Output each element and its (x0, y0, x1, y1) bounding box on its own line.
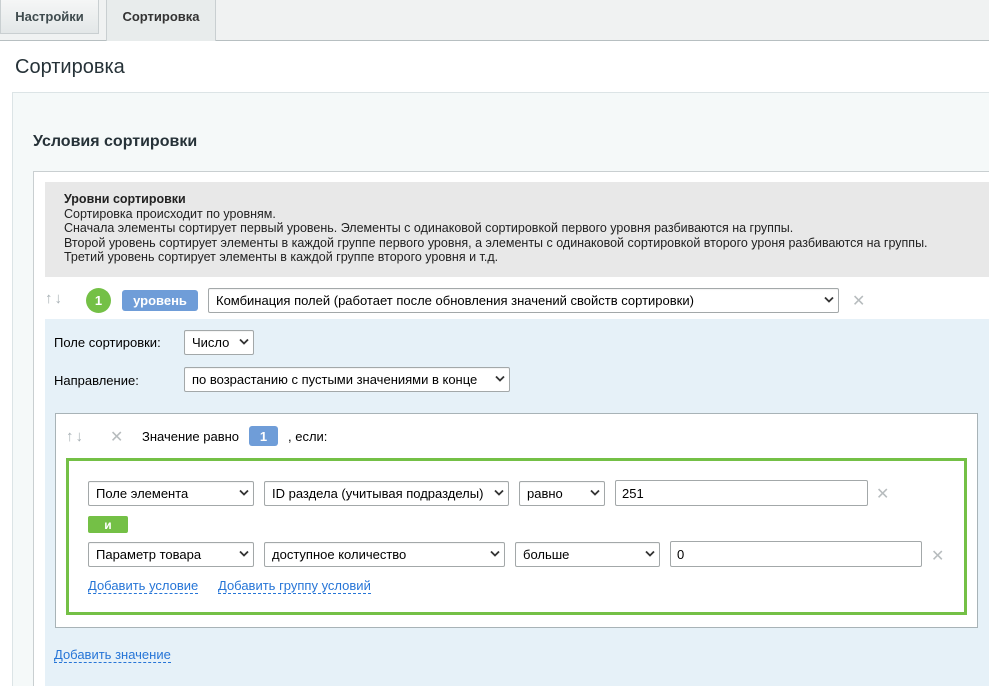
condition-value-text: 0 (677, 546, 685, 562)
close-icon[interactable]: ✕ (852, 291, 865, 311)
up-down-arrows-icon[interactable]: ↑↓ (45, 290, 64, 307)
chevron-down-icon (824, 296, 834, 304)
sort-field-label: Поле сортировки: (54, 335, 161, 350)
tab-bar: Настройки Сортировка (0, 0, 989, 41)
chevron-down-icon (239, 550, 249, 558)
chevron-down-icon (494, 489, 504, 497)
condition-operator-value: больше (523, 547, 570, 562)
chevron-down-icon (590, 489, 600, 497)
info-title: Уровни сортировки (64, 192, 186, 206)
tab-settings[interactable]: Настройки (0, 0, 99, 34)
direction-label: Направление: (54, 373, 139, 388)
value-badge[interactable]: 1 (249, 426, 278, 446)
level-badge: уровень (122, 290, 198, 311)
condition-operator-select[interactable]: больше (515, 542, 660, 567)
up-down-arrows-icon[interactable]: ↑↓ (66, 428, 85, 445)
sort-field-select[interactable]: Число (184, 330, 254, 355)
add-value-link[interactable]: Добавить значение (54, 648, 171, 663)
info-line: Второй уровень сортирует элементы в кажд… (64, 235, 928, 250)
level-number: 1 (86, 288, 111, 313)
section-title: Условия сортировки (33, 133, 198, 150)
chevron-down-icon (495, 375, 505, 383)
condition-field-value: доступное количество (272, 547, 407, 562)
direction-select[interactable]: по возрастанию с пустыми значениями в ко… (184, 367, 510, 392)
condition-operator-select[interactable]: равно (519, 481, 605, 506)
value-equals-label: Значение равно (142, 429, 240, 444)
chevron-down-icon (645, 550, 655, 558)
condition-field-select[interactable]: доступное количество (264, 542, 505, 567)
condition-field-value: ID раздела (учитывая подразделы) (272, 486, 484, 501)
info-line: Сначала элементы сортирует первый уровен… (64, 221, 794, 235)
condition-operator-value: равно (527, 486, 563, 501)
value-if-label: , если: (288, 429, 328, 444)
tab-sorting[interactable]: Сортировка (106, 0, 216, 41)
info-line: Сортировка происходит по уровням. (64, 206, 276, 221)
close-icon[interactable]: ✕ (876, 484, 889, 504)
condition-value-text: 251 (622, 485, 644, 501)
chevron-down-icon (239, 489, 249, 497)
sort-field-select-value: Число (192, 335, 230, 350)
condition-field-select[interactable]: ID раздела (учитывая подразделы) (264, 481, 509, 506)
and-badge[interactable]: и (88, 516, 128, 533)
direction-select-value: по возрастанию с пустыми значениями в ко… (192, 372, 478, 387)
condition-field-type-select[interactable]: Поле элемента (88, 481, 254, 506)
condition-value-input[interactable]: 251 (615, 480, 868, 506)
close-icon[interactable]: ✕ (931, 546, 944, 566)
condition-field-type-value: Параметр товара (96, 547, 202, 562)
chevron-down-icon (490, 550, 500, 558)
info-line: Третий уровень сортирует элементы в кажд… (64, 250, 499, 264)
close-icon[interactable]: ✕ (110, 427, 123, 447)
level-mode-select[interactable]: Комбинация полей (работает после обновле… (208, 288, 839, 313)
condition-field-type-value: Поле элемента (96, 486, 189, 501)
level-mode-select-value: Комбинация полей (работает после обновле… (216, 293, 694, 308)
page-title: Сортировка (15, 56, 125, 78)
add-condition-group-link[interactable]: Добавить группу условий (218, 579, 371, 594)
add-condition-link[interactable]: Добавить условие (88, 579, 199, 594)
condition-value-input[interactable]: 0 (670, 541, 922, 567)
chevron-down-icon (239, 338, 249, 346)
condition-field-type-select[interactable]: Параметр товара (88, 542, 254, 567)
info-block: Уровни сортировки Сортировка происходит … (45, 182, 989, 277)
